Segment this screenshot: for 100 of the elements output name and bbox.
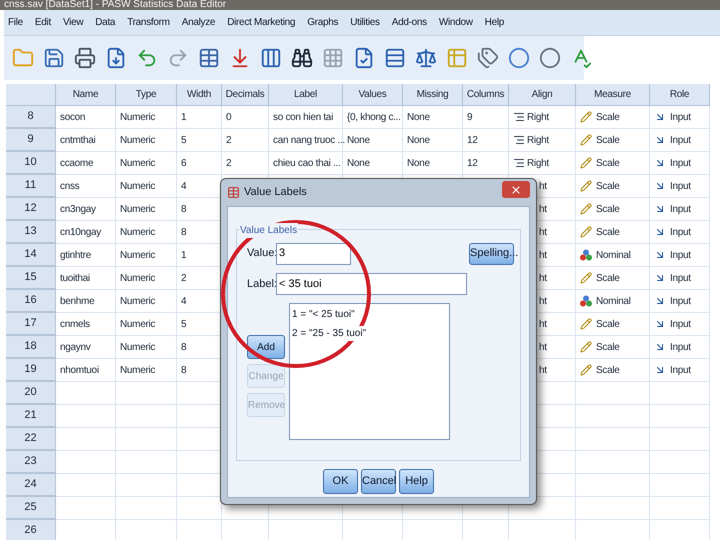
menu-item[interactable]: Window <box>438 15 473 30</box>
table-cell-text: 12 <box>467 134 478 148</box>
arrow-icon <box>654 111 666 123</box>
menu-item[interactable]: Help <box>484 15 504 30</box>
arrow-icon <box>654 226 666 238</box>
table-cell-text: Input <box>670 134 691 148</box>
save-icon[interactable] <box>43 47 65 69</box>
table-cell-text: Input <box>670 226 691 240</box>
circle-icon[interactable] <box>508 47 530 69</box>
menu-item[interactable]: Direct Marketing <box>227 15 296 30</box>
rows-icon[interactable] <box>384 47 406 69</box>
column-header[interactable]: Values <box>343 84 403 106</box>
table-cell-text: 12 <box>467 156 478 170</box>
columns-icon[interactable] <box>260 47 282 69</box>
row-header[interactable]: 10 <box>6 152 56 175</box>
printer-icon[interactable] <box>74 47 96 69</box>
menu-item[interactable]: View <box>62 15 84 30</box>
list-item[interactable]: 2 = "25 - 35 tuoi" <box>292 326 366 341</box>
table-cell-text: chieu cao thai ... <box>273 156 340 170</box>
column-header[interactable]: Align <box>509 84 576 106</box>
row-header[interactable]: 17 <box>6 313 56 336</box>
undo-icon[interactable] <box>136 47 158 69</box>
table-cell-text: Input <box>670 340 691 354</box>
row-header[interactable]: 26 <box>6 520 56 540</box>
table-cell-text: ht <box>539 248 547 262</box>
table-cell-text: Input <box>670 248 691 262</box>
column-header[interactable]: Measure <box>576 84 650 106</box>
corner-header <box>6 84 56 106</box>
table-cell-text: 4 <box>181 180 186 194</box>
row-header[interactable]: 8 <box>6 106 56 129</box>
value-labels-list[interactable]: 1 = "< 25 tuoi" 2 = "25 - 35 tuoi" <box>289 303 450 440</box>
table-cell-text: None <box>407 110 430 124</box>
redo-icon[interactable] <box>167 47 189 69</box>
table-cell-text: cn3ngay <box>60 202 96 216</box>
menu-item[interactable]: Data <box>95 15 116 30</box>
table-cell-text: 1 <box>181 248 186 262</box>
row-header[interactable]: 11 <box>6 175 56 198</box>
column-header[interactable]: Decimals <box>222 84 269 106</box>
binoculars-icon[interactable] <box>291 47 313 69</box>
row-header[interactable]: 13 <box>6 221 56 244</box>
table-cell-text: Numeric <box>120 318 156 332</box>
table-cell-text: Scale <box>596 134 620 148</box>
menu-item[interactable]: Graphs <box>307 15 338 30</box>
menu-item[interactable]: Utilities <box>350 15 380 30</box>
document-arrow-icon[interactable] <box>105 47 127 69</box>
row-header[interactable]: 25 <box>6 497 56 520</box>
circle-outline-icon[interactable] <box>539 47 561 69</box>
grid-icon[interactable] <box>322 47 344 69</box>
balance-scale-icon[interactable] <box>415 47 437 69</box>
table-cell-text: benhme <box>60 294 94 308</box>
row-header[interactable]: 19 <box>6 359 56 382</box>
column-header[interactable]: Columns <box>463 84 509 106</box>
arrow-icon <box>654 295 666 307</box>
row-header[interactable]: 24 <box>6 474 56 497</box>
row-header[interactable]: 14 <box>6 244 56 267</box>
table-cell-text: Numeric <box>120 248 156 262</box>
menu-item[interactable]: File <box>8 15 23 30</box>
table-cell-text: 8 <box>181 364 186 378</box>
row-header[interactable]: 20 <box>6 382 56 405</box>
column-header[interactable]: Name <box>56 84 116 106</box>
row-header[interactable]: 16 <box>6 290 56 313</box>
menu-item[interactable]: Analyze <box>182 15 216 30</box>
table-cell-text: Right <box>527 110 549 124</box>
row-header[interactable]: 9 <box>6 129 56 152</box>
dialog-button[interactable]: Help <box>399 469 434 494</box>
menu-item[interactable]: Transform <box>127 15 170 30</box>
column-header[interactable]: Missing <box>403 84 463 106</box>
close-button[interactable] <box>502 181 530 198</box>
menu-item[interactable]: Add-ons <box>392 15 427 30</box>
table-cell-text: Scale <box>596 180 620 194</box>
table-cell-text: 1 <box>181 110 186 124</box>
ruler-icon <box>580 341 592 353</box>
table-cell-text: Scale <box>596 340 620 354</box>
side-button[interactable]: Add <box>247 335 285 359</box>
column-header[interactable]: Label <box>269 84 343 106</box>
table-cell-text: 8 <box>181 202 186 216</box>
table-cell-text: 4 <box>181 294 186 308</box>
column-header[interactable]: Role <box>650 84 710 106</box>
table-cell-text: Numeric <box>120 110 156 124</box>
table-cell-text: Right <box>527 134 549 148</box>
table-cell-text: Input <box>670 110 691 124</box>
value-label-icon[interactable] <box>477 47 499 69</box>
row-header[interactable]: 23 <box>6 451 56 474</box>
menu-item[interactable]: Edit <box>34 15 51 30</box>
table-cell-text: gtinhtre <box>60 248 91 262</box>
value-input-field[interactable]: 3 <box>276 242 351 264</box>
table-cell-text: so con hien tai <box>273 110 333 124</box>
ruler-icon <box>580 364 592 376</box>
arrow-icon <box>654 272 666 284</box>
column-header[interactable]: Width <box>177 84 222 106</box>
dialog-button[interactable]: OK <box>323 469 358 494</box>
row-header[interactable]: 12 <box>6 198 56 221</box>
column-header[interactable]: Type <box>116 84 177 106</box>
row-header[interactable]: 15 <box>6 267 56 290</box>
dialog-button[interactable]: Cancel <box>361 469 396 494</box>
label-input-field[interactable]: < 35 tuoi <box>276 273 467 295</box>
table-cell-text: can nang truoc ... <box>273 134 345 148</box>
row-header[interactable]: 22 <box>6 428 56 451</box>
row-header[interactable]: 21 <box>6 405 56 428</box>
row-header[interactable]: 18 <box>6 336 56 359</box>
